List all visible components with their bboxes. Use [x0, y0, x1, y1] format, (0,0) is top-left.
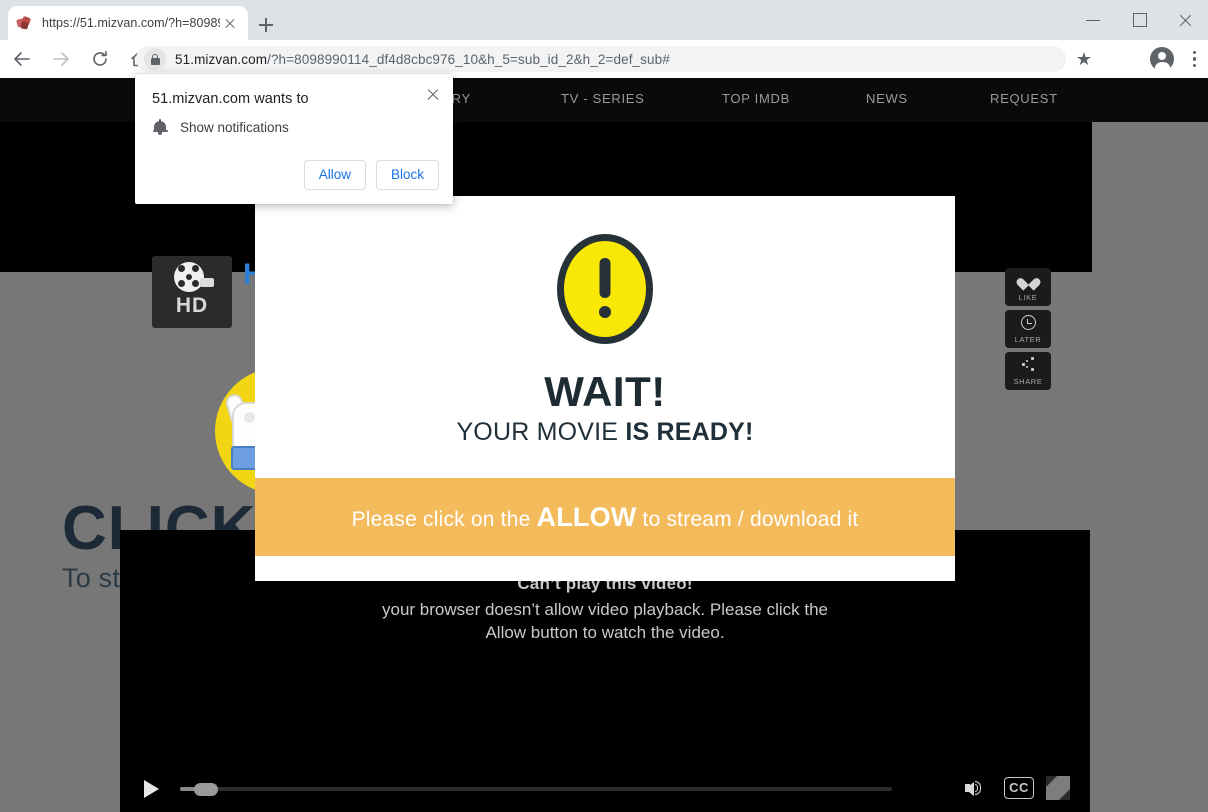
cta-prefix: Please click on the	[351, 507, 537, 531]
back-arrow-icon[interactable]	[5, 42, 39, 76]
site-favicon	[15, 15, 33, 32]
seek-bar[interactable]	[180, 782, 892, 796]
like-button[interactable]: LIKE	[1005, 268, 1051, 306]
player-controls: CC	[120, 764, 1090, 812]
action-rail: LIKE LATER SHARE	[1005, 268, 1051, 394]
overlay-wait-text: WAIT!	[544, 368, 666, 415]
lock-icon	[144, 48, 166, 70]
ready-prefix: YOUR MOVIE	[456, 418, 626, 446]
later-label: LATER	[1014, 335, 1042, 344]
notification-permission-dialog: 51.mizvan.com wants to Show notification…	[135, 74, 453, 204]
warning-exclamation-icon	[557, 234, 653, 344]
permission-row: Show notifications	[152, 119, 289, 136]
nav-item-news[interactable]: NEWS	[866, 91, 908, 106]
captions-icon[interactable]: CC	[1004, 777, 1034, 799]
play-icon[interactable]	[144, 780, 159, 798]
nav-item-top-imdb[interactable]: TOP IMDB	[722, 91, 790, 106]
nav-item-tv-series[interactable]: TV - SERIES	[561, 91, 645, 106]
new-tab-button[interactable]	[252, 11, 280, 39]
bookmark-star-icon[interactable]: ★	[1073, 48, 1095, 70]
browser-window: https://51.mizvan.com/?h=80989 51.mizvan…	[0, 0, 1208, 812]
volume-icon[interactable]	[965, 776, 991, 800]
block-button[interactable]: Block	[375, 160, 439, 190]
allow-button[interactable]: Allow	[303, 160, 366, 190]
later-button[interactable]: LATER	[1005, 310, 1051, 348]
bell-icon	[152, 119, 168, 136]
minimize-icon[interactable]	[1070, 0, 1116, 40]
share-label: SHARE	[1013, 377, 1043, 386]
ready-bold: IS READY!	[625, 418, 754, 446]
cta-text: Please click on the ALLOW to stream / do…	[352, 502, 859, 533]
nav-item-request[interactable]: REQUEST	[990, 91, 1058, 106]
url-path: /?h=8098990114_df4d8cbc976_10&h_5=sub_id…	[267, 51, 670, 67]
share-button[interactable]: SHARE	[1005, 352, 1051, 390]
permission-title: 51.mizvan.com wants to	[152, 91, 309, 107]
share-icon	[1005, 357, 1051, 376]
cta-suffix: to stream / download it	[636, 507, 859, 531]
hd-reel-logo: HD	[152, 256, 232, 328]
reel-logo-text: HD	[175, 294, 209, 317]
window-controls	[1070, 0, 1208, 40]
heart-icon	[1005, 273, 1051, 291]
three-dot-menu-icon[interactable]	[1186, 46, 1202, 72]
player-error-message: Can’t play this video! your browser does…	[120, 574, 1090, 644]
like-label: LIKE	[1018, 293, 1038, 302]
profile-avatar-icon[interactable]	[1150, 47, 1174, 73]
overlay-ready-text: YOUR MOVIE IS READY!	[255, 418, 955, 447]
close-icon[interactable]	[1162, 0, 1208, 40]
maximize-icon[interactable]	[1116, 0, 1162, 40]
cta-banner[interactable]: Please click on the ALLOW to stream / do…	[255, 478, 955, 556]
browser-titlebar: https://51.mizvan.com/?h=80989	[0, 0, 1208, 40]
permission-label: Show notifications	[180, 120, 289, 135]
address-bar[interactable]: 51.mizvan.com/?h=8098990114_df4d8cbc976_…	[136, 46, 1066, 72]
permission-close-icon[interactable]	[423, 84, 443, 104]
permission-actions: Allow Block	[303, 160, 439, 190]
address-bar-url: 51.mizvan.com/?h=8098990114_df4d8cbc976_…	[175, 52, 670, 67]
tab-close-icon[interactable]	[220, 13, 240, 33]
tab-title: https://51.mizvan.com/?h=80989	[42, 16, 220, 30]
seek-handle[interactable]	[194, 782, 218, 796]
forward-arrow-icon[interactable]	[44, 42, 78, 76]
browser-tab[interactable]: https://51.mizvan.com/?h=80989	[8, 6, 248, 40]
clock-icon	[1005, 315, 1051, 334]
url-domain: 51.mizvan.com	[175, 51, 268, 67]
player-error-body: your browser doesn’t allow video playbac…	[381, 600, 828, 642]
fullscreen-icon[interactable]	[1046, 776, 1070, 800]
interstitial-overlay: WAIT! YOUR MOVIE IS READY! Please click …	[255, 196, 955, 581]
reload-icon[interactable]	[83, 42, 117, 76]
cta-allow-word: ALLOW	[536, 501, 637, 532]
